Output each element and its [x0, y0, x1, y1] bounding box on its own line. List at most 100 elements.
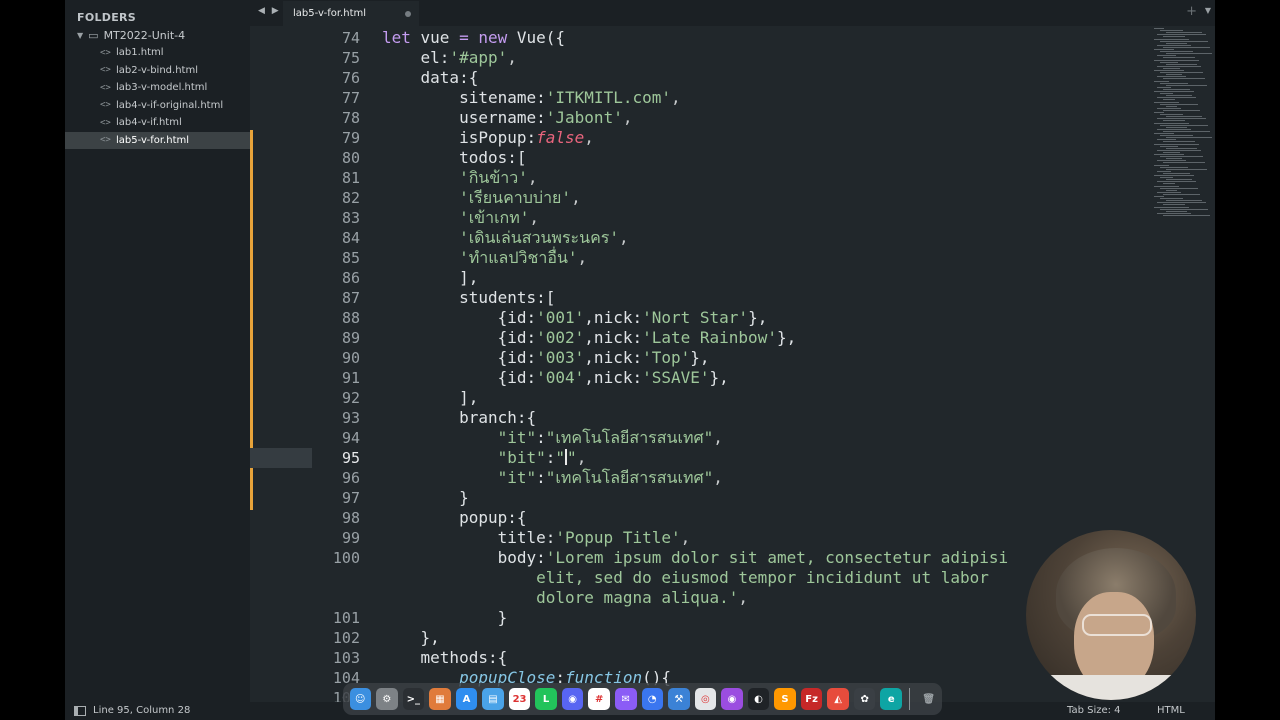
code-line[interactable]: 98 popup:{: [250, 508, 1150, 528]
code-token: {id:: [382, 348, 537, 367]
code-line[interactable]: 83 'เข้าเกท',: [250, 208, 1150, 228]
syntax-mode[interactable]: HTML: [1157, 705, 1185, 716]
sidebar-file-item[interactable]: <> lab4-v-if-original.html: [65, 97, 250, 114]
code-line[interactable]: 76 data:{: [250, 68, 1150, 88]
code-token: elit, sed do eiusmod tempor incididunt u…: [382, 568, 989, 587]
edge-icon[interactable]: e: [880, 688, 902, 710]
slack-icon[interactable]: #: [588, 688, 610, 710]
code-token: ,nick:: [584, 328, 643, 347]
line-source: body:'Lorem ipsum dolor sit amet, consec…: [382, 548, 1009, 568]
tab-lab5-v-for[interactable]: lab5-v-for.html: [283, 1, 419, 26]
code-line[interactable]: 82 'เรียนคาบบ่าย',: [250, 188, 1150, 208]
code-line[interactable]: 90 {id:'003',nick:'Top'},: [250, 348, 1150, 368]
calendar-icon[interactable]: 23: [508, 688, 531, 710]
line-source: }: [382, 488, 469, 508]
pdf-icon[interactable]: ◭: [827, 688, 849, 710]
finder-icon[interactable]: ☺: [349, 688, 372, 710]
line-number: 87: [341, 289, 360, 307]
panel-toggle-icon[interactable]: [74, 706, 86, 716]
code-line[interactable]: 103 methods:{: [250, 648, 1150, 668]
code-line[interactable]: 97 }: [250, 488, 1150, 508]
minimap-line: [1157, 55, 1176, 57]
code-line[interactable]: elit, sed do eiusmod tempor incididunt u…: [250, 568, 1150, 588]
code-line[interactable]: 88 {id:'001',nick:'Nort Star'},: [250, 308, 1150, 328]
code-token: el:: [382, 48, 450, 67]
code-token: 'เดินเล่นสวนพระนคร': [382, 228, 619, 247]
code-line[interactable]: 93 branch:{: [250, 408, 1150, 428]
files-icon[interactable]: ▤: [482, 688, 504, 710]
minimap-line: [1160, 61, 1178, 63]
minimap-line: [1163, 57, 1195, 59]
code-line[interactable]: 95 "bit":" ",: [250, 448, 1150, 468]
code-line[interactable]: 86 ],: [250, 268, 1150, 288]
code-token: 'SSAVE': [642, 368, 710, 387]
code-line[interactable]: 94 "it":"เทคโนโลยีสารสนเทศ",: [250, 428, 1150, 448]
line-number: 93: [341, 409, 360, 427]
code-line[interactable]: 100 body:'Lorem ipsum dolor sit amet, co…: [250, 548, 1150, 568]
code-token: }: [382, 488, 469, 507]
sidebar-file-item[interactable]: <> lab4-v-if.html: [65, 114, 250, 131]
code-line[interactable]: 84 'เดินเล่นสวนพระนคร',: [250, 228, 1150, 248]
file-label: lab5-v-for.html: [116, 134, 190, 146]
chevron-down-icon[interactable]: ▼: [77, 31, 83, 40]
unsaved-dot-icon[interactable]: [405, 11, 411, 17]
code-line[interactable]: 85 'ทำแลปวิชาอื่น',: [250, 248, 1150, 268]
minimap[interactable]: [1150, 28, 1215, 228]
folder-item[interactable]: ▼ ▭ MT2022-Unit-4: [77, 29, 185, 42]
code-line[interactable]: 89 {id:'002',nick:'Late Rainbow'},: [250, 328, 1150, 348]
sidebar-file-item[interactable]: <> lab3-v-model.html: [65, 79, 250, 96]
code-line[interactable]: dolore magna aliqua.',: [250, 588, 1150, 608]
messenger-icon[interactable]: ✉: [614, 688, 637, 710]
code-line[interactable]: 96 "it":"เทคโนโลยีสารสนเทศ",: [250, 468, 1150, 488]
code-line[interactable]: 78 username:'Jabont',: [250, 108, 1150, 128]
xcode-icon[interactable]: ⚒: [668, 688, 690, 710]
code-line[interactable]: 87 students:[: [250, 288, 1150, 308]
code-line[interactable]: 91 {id:'004',nick:'SSAVE'},: [250, 368, 1150, 388]
code-line[interactable]: 81 'กินข้าว',: [250, 168, 1150, 188]
code-token: '002': [536, 328, 585, 347]
code-token: 'กินข้าว': [382, 168, 528, 187]
inkscape-icon[interactable]: ✿: [853, 688, 876, 710]
minimap-line: [1163, 141, 1195, 143]
filezilla-icon[interactable]: Fz: [800, 688, 823, 710]
tab-size[interactable]: Tab Size: 4: [1067, 705, 1121, 716]
code-line[interactable]: 77 sitename:'ITKMITL.com',: [250, 88, 1150, 108]
code-token: 'ITKMITL.com': [545, 88, 671, 107]
minimap-line: [1160, 114, 1183, 116]
sidebar-file-item[interactable]: <> lab5-v-for.html: [65, 131, 250, 149]
line-source: {id:'001',nick:'Nort Star'},: [382, 308, 768, 328]
terminal-icon[interactable]: >_: [402, 688, 425, 710]
tab-nav-arrows[interactable]: ◀ ▶: [258, 6, 281, 16]
chrome-icon[interactable]: ◎: [694, 688, 717, 710]
code-line[interactable]: 99 title:'Popup Title',: [250, 528, 1150, 548]
webcam-overlay: [1026, 530, 1196, 700]
minimap-line: [1166, 179, 1192, 181]
tab-menu-icon[interactable]: ▼: [1205, 6, 1211, 15]
minimap-line: [1157, 97, 1196, 99]
minimap-line: [1154, 112, 1164, 113]
system-preferences-icon[interactable]: ⚙: [376, 688, 398, 710]
launchpad-icon[interactable]: ▦: [429, 688, 451, 710]
discord-icon[interactable]: ◉: [561, 688, 584, 710]
app-store-icon[interactable]: A: [455, 688, 478, 710]
code-line[interactable]: 79 isPopup:false,: [250, 128, 1150, 148]
code-line[interactable]: 74 let vue = new Vue({: [250, 28, 1150, 48]
minimap-line: [1163, 193, 1200, 195]
trash-icon[interactable]: 🗑: [918, 688, 940, 710]
code-line[interactable]: 102 },: [250, 628, 1150, 648]
podcasts-icon[interactable]: ◉: [721, 688, 743, 710]
code-line[interactable]: 75 el:'#app',: [250, 48, 1150, 68]
sublime-icon[interactable]: S: [774, 688, 796, 710]
sidebar-file-item[interactable]: <> lab2-v-bind.html: [65, 62, 250, 79]
add-tab-icon[interactable]: +: [1186, 4, 1197, 19]
sidebar-file-item[interactable]: <> lab1.html: [65, 44, 250, 61]
line-icon[interactable]: L: [535, 688, 557, 710]
signal-icon[interactable]: ◔: [641, 688, 664, 710]
code-line[interactable]: 101 }: [250, 608, 1150, 628]
code-line[interactable]: 92 ],: [250, 388, 1150, 408]
file-code-icon: <>: [100, 100, 111, 110]
code-token: = new: [459, 28, 517, 47]
minimap-line: [1157, 118, 1206, 120]
code-line[interactable]: 80 todos:[: [250, 148, 1150, 168]
github-icon[interactable]: ◐: [747, 688, 770, 710]
